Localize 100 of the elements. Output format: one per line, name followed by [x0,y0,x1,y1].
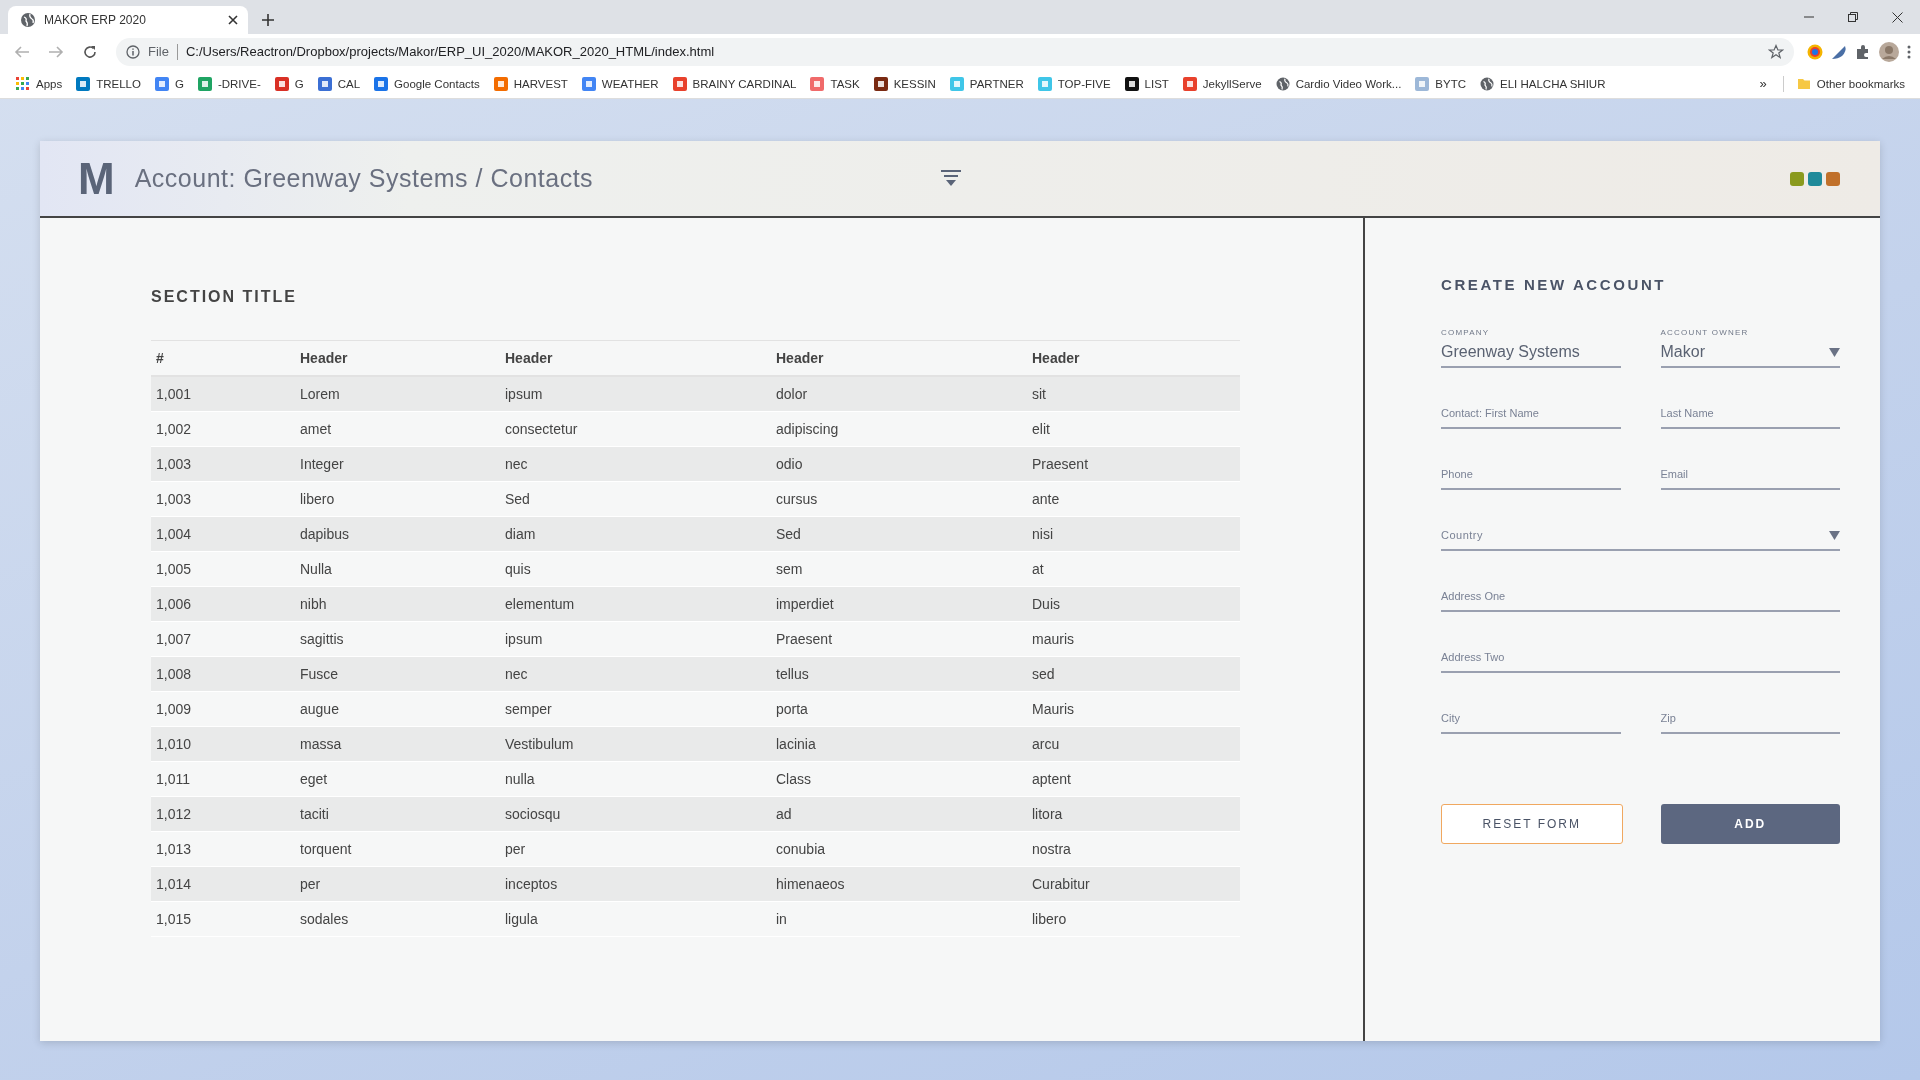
table-cell: nibh [295,586,500,622]
table-cell: sagittis [295,621,500,657]
bookmark-item[interactable]: TOP-FIVE [1030,71,1118,96]
table-cell: amet [295,411,500,447]
table-cell: at [1027,551,1240,587]
globe-icon [20,12,36,28]
table-cell: Praesent [1027,446,1240,482]
avatar-icon[interactable] [1878,40,1900,63]
star-icon[interactable] [1768,43,1784,60]
field-label: COMPANY [1441,328,1491,337]
bookmark-item[interactable]: PARTNER [942,71,1031,96]
menu-icon[interactable] [1906,43,1912,60]
bookmark-item[interactable]: G [267,71,311,96]
bookmark-item[interactable]: JekyllServe [1175,71,1269,96]
table-cell: Vestibulum [500,726,771,762]
table-cell: odio [771,446,1027,482]
input-field[interactable]: Contact: First Name [1441,403,1621,429]
bookmark-item[interactable]: LIST [1117,71,1176,96]
folder-icon [1796,76,1811,91]
dropdown-field[interactable]: ACCOUNT OWNER Makor [1660,328,1840,368]
table-cell: dolor [771,376,1027,412]
browser-tab[interactable]: MAKOR ERP 2020 [8,6,248,34]
bookmark-item[interactable]: Apps [8,71,70,96]
reload-icon[interactable] [82,43,98,60]
bookmark-item[interactable]: ELI HALCHA SHIUR [1473,71,1613,96]
table-cell: Sed [500,481,771,517]
table-cell: tellus [771,656,1027,692]
restore-icon[interactable] [1848,12,1858,22]
bookmark-item[interactable]: KESSIN [866,71,943,96]
table-cell: 1,011 [151,761,295,797]
table-cell: sit [1027,376,1240,412]
table-cell: 1,004 [151,516,295,552]
bookmark-item[interactable]: CAL [310,71,368,96]
bookmark-item[interactable]: BRAINY CARDINAL [665,71,804,96]
bookmark-item[interactable]: Cardio Video Work... [1268,71,1409,96]
input-field[interactable]: Email [1660,464,1840,490]
table-cell: 1,015 [151,901,295,937]
bookmark-item[interactable]: G [147,71,191,96]
bookmarks-overflow-button[interactable]: » [1749,76,1777,91]
dropdown-field[interactable]: Country [1441,525,1840,551]
table-cell: ligula [500,901,771,937]
table-cell: in [771,901,1027,937]
table-cell: 1,007 [151,621,295,657]
globe-icon [1480,76,1495,91]
form-title: CREATE NEW ACCOUNT [1441,276,1668,293]
table-cell: nec [500,446,771,482]
table-cell: 1,002 [151,411,295,447]
other-bookmarks-item[interactable]: Other bookmarks [1789,71,1912,96]
table-cell: ante [1027,481,1240,517]
input-field[interactable]: Address One [1441,586,1840,612]
reset-button[interactable]: RESET FORM [1441,804,1623,844]
table-cell: arcu [1027,726,1240,762]
table-cell: Lorem [295,376,500,412]
table-cell: 1,012 [151,796,295,832]
table-cell: 1,013 [151,831,295,867]
table-cell: adipiscing [771,411,1027,447]
input-field[interactable]: Address Two [1441,647,1840,673]
table-cell: nisi [1027,516,1240,552]
table-cell: Sed [771,516,1027,552]
close-icon[interactable] [1892,11,1903,23]
bookmark-item[interactable]: BYTC [1408,71,1474,96]
bookmark-item[interactable]: HARVEST [486,71,575,96]
section-title: SECTION TITLE [151,288,298,306]
input-field[interactable]: Phone [1441,464,1621,490]
color-ring-icon[interactable] [1806,42,1824,61]
table-cell: lacinia [771,726,1027,762]
table-cell: augue [295,691,500,727]
info-icon[interactable] [126,44,140,59]
new-tab-icon[interactable] [261,13,275,27]
table-cell: sodales [295,901,500,937]
table-cell: dapibus [295,516,500,552]
add-button[interactable]: ADD [1660,804,1840,844]
site-scheme-label: File [148,44,169,59]
table-cell: 1,014 [151,866,295,902]
bookmark-item[interactable]: WEATHER [574,71,666,96]
caret-icon [1829,347,1840,357]
table-cell: sem [771,551,1027,587]
address-url[interactable]: C:/Users/Reactron/Dropbox/projects/Makor/ERP_UI_2020/MAKOR_2020_HTML/index.html [185,44,715,59]
bookmark-item[interactable]: -DRIVE- [190,71,268,96]
input-field[interactable]: Zip [1660,708,1840,734]
table-cell: nulla [500,761,771,797]
bookmark-item[interactable]: TASK [803,71,867,96]
caret-icon [1829,530,1840,540]
table-cell: 1,001 [151,376,295,412]
input-field[interactable]: Last Name [1660,403,1840,429]
bookmark-item[interactable]: TRELLO [69,71,148,96]
input-field[interactable]: Greenway Systems [1441,342,1621,368]
table-cell: consectetur [500,411,771,447]
table-cell: 1,003 [151,481,295,517]
table-cell: Mauris [1027,691,1240,727]
apps-grid-icon [15,76,30,91]
globe-icon [1275,76,1290,91]
close-icon[interactable] [228,15,238,25]
table-cell: Duis [1027,586,1240,622]
input-field[interactable]: City [1441,708,1621,734]
table-cell: inceptos [500,866,771,902]
table-cell: 1,009 [151,691,295,727]
bookmark-item[interactable]: Google Contacts [367,71,487,96]
table-cell: per [295,866,500,902]
table-cell: 1,006 [151,586,295,622]
